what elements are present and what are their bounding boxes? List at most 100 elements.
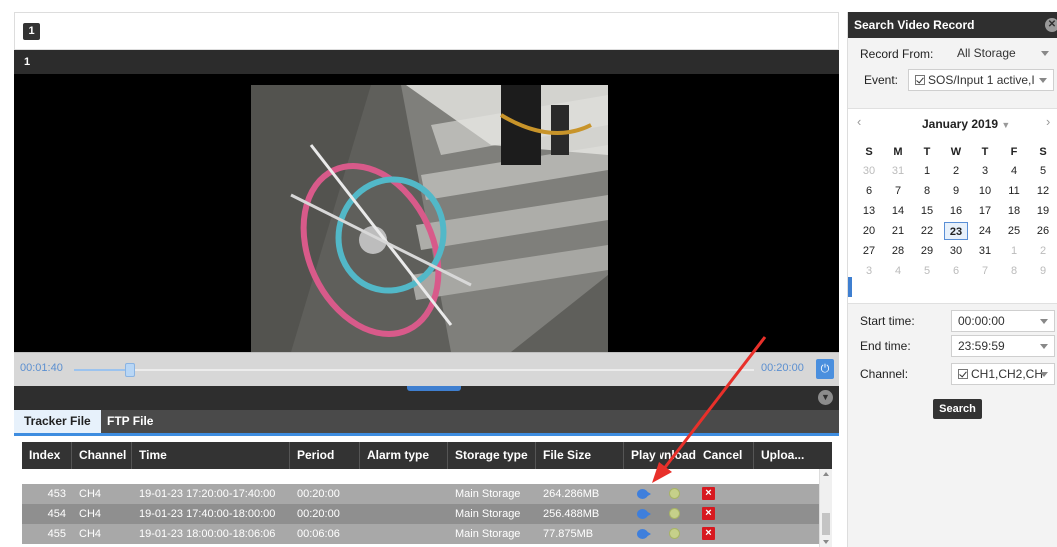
calendar-day[interactable]: 11: [1002, 182, 1026, 200]
calendar-month-title[interactable]: January 2019 ▼: [922, 117, 1010, 131]
calendar-day[interactable]: 30: [944, 242, 968, 260]
calendar-day[interactable]: 3: [973, 162, 997, 180]
calendar-day[interactable]: 21: [886, 222, 910, 240]
calendar-day[interactable]: 23: [944, 222, 968, 240]
table-row[interactable]: 455 CH4 19-01-23 18:00:00-18:06:06 00:06…: [22, 524, 819, 544]
event-select[interactable]: SOS/Input 1 active,I: [908, 69, 1054, 91]
column-header-channel[interactable]: Channel: [72, 442, 132, 469]
calendar-day[interactable]: 7: [973, 262, 997, 280]
window-1-badge[interactable]: 1: [23, 23, 40, 40]
table-row[interactable]: 454 CH4 19-01-23 17:40:00-18:00:00 00:20…: [22, 504, 819, 524]
calendar-day[interactable]: 13: [857, 202, 881, 220]
cell-storage-type: Main Storage: [455, 488, 521, 500]
column-header-upload[interactable]: Uploa...: [754, 442, 819, 469]
column-header-download[interactable]: Download: [660, 442, 696, 469]
calendar-day[interactable]: 3: [857, 262, 881, 280]
playback-timeline[interactable]: 00:01:40 00:20:00 ⏻: [14, 352, 839, 386]
calendar-day[interactable]: 8: [915, 182, 939, 200]
calendar-row-accent: [848, 277, 852, 297]
timeline-scrub-handle[interactable]: [125, 363, 136, 377]
calendar-day[interactable]: 1: [1002, 242, 1026, 260]
download-icon[interactable]: [669, 508, 680, 519]
scroll-thumb[interactable]: [822, 513, 830, 535]
calendar-day[interactable]: 17: [973, 202, 997, 220]
calendar-day[interactable]: 1: [915, 162, 939, 180]
scroll-up-icon[interactable]: [823, 472, 829, 476]
calendar-day[interactable]: 26: [1031, 222, 1055, 240]
calendar-day[interactable]: 31: [886, 162, 910, 180]
calendar-day[interactable]: 2: [1031, 242, 1055, 260]
collapse-handle[interactable]: [407, 386, 461, 391]
calendar-day[interactable]: 15: [915, 202, 939, 220]
end-time-select[interactable]: 23:59:59: [951, 335, 1055, 357]
power-icon[interactable]: ⏻: [816, 359, 834, 379]
end-time-label: End time:: [860, 339, 911, 353]
start-time-select[interactable]: 00:00:00: [951, 310, 1055, 332]
calendar-day[interactable]: 14: [886, 202, 910, 220]
play-icon[interactable]: [637, 509, 651, 519]
cancel-icon[interactable]: ×: [702, 507, 715, 520]
calendar-day[interactable]: 31: [973, 242, 997, 260]
calendar-day[interactable]: 10: [973, 182, 997, 200]
calendar-day[interactable]: 18: [1002, 202, 1026, 220]
calendar-day[interactable]: 28: [886, 242, 910, 260]
cancel-icon[interactable]: ×: [702, 487, 715, 500]
cell-time: 19-01-23 17:20:00-17:40:00: [139, 488, 276, 500]
close-icon[interactable]: ✕: [1045, 18, 1057, 32]
calendar-day[interactable]: 8: [1002, 262, 1026, 280]
record-from-select[interactable]: All Storage: [951, 43, 1055, 65]
calendar-day[interactable]: 25: [1002, 222, 1026, 240]
chevron-right-icon[interactable]: ›: [1046, 114, 1050, 129]
calendar-day[interactable]: 16: [944, 202, 968, 220]
calendar-day[interactable]: 12: [1031, 182, 1055, 200]
calendar-day[interactable]: 9: [944, 182, 968, 200]
column-header-cancel[interactable]: Cancel: [696, 442, 754, 469]
calendar-day[interactable]: 6: [857, 182, 881, 200]
video-player[interactable]: 1: [14, 50, 839, 352]
cell-file-size: 77.875MB: [543, 528, 594, 540]
search-button[interactable]: Search: [933, 399, 982, 419]
column-header-file-size[interactable]: File Size: [536, 442, 624, 469]
download-icon[interactable]: [669, 528, 680, 539]
calendar-day[interactable]: 4: [1002, 162, 1026, 180]
column-header-storage-type[interactable]: Storage type: [448, 442, 536, 469]
channel-select[interactable]: CH1,CH2,CH: [951, 363, 1055, 385]
calendar-day[interactable]: 7: [886, 182, 910, 200]
download-icon[interactable]: [669, 488, 680, 499]
table-row[interactable]: 453 CH4 19-01-23 17:20:00-17:40:00 00:20…: [22, 484, 819, 504]
play-icon[interactable]: [637, 529, 651, 539]
column-header-alarm-type[interactable]: Alarm type: [360, 442, 448, 469]
calendar-day[interactable]: 22: [915, 222, 939, 240]
timeline-track[interactable]: [74, 369, 754, 371]
column-header-index[interactable]: Index: [22, 442, 72, 469]
calendar-day[interactable]: 30: [857, 162, 881, 180]
table-scrollbar[interactable]: [819, 469, 832, 547]
chevron-left-icon[interactable]: ‹: [857, 114, 861, 129]
calendar-day[interactable]: 24: [973, 222, 997, 240]
calendar-day[interactable]: 5: [915, 262, 939, 280]
event-value: SOS/Input 1 active,I: [928, 73, 1035, 87]
calendar-day[interactable]: 4: [886, 262, 910, 280]
file-tabs: Tracker File FTP File: [14, 410, 839, 436]
calendar-day[interactable]: 2: [944, 162, 968, 180]
column-header-play[interactable]: Play: [624, 442, 660, 469]
camera-feed-image: [251, 85, 608, 352]
cell-channel: CH4: [79, 528, 102, 540]
play-icon[interactable]: [637, 489, 651, 499]
chevron-down-icon[interactable]: ▼: [818, 390, 833, 405]
calendar-day[interactable]: 19: [1031, 202, 1055, 220]
calendar-day[interactable]: 9: [1031, 262, 1055, 280]
calendar-day[interactable]: 5: [1031, 162, 1055, 180]
calendar-day[interactable]: 27: [857, 242, 881, 260]
scroll-down-icon[interactable]: [823, 540, 829, 544]
tab-tracker-file[interactable]: Tracker File: [14, 410, 101, 433]
calendar-day[interactable]: 29: [915, 242, 939, 260]
date-calendar: ‹ January 2019 ▼ › S M T W T F S 30 31 1 2 3 4 5 6 7 8 9 1…: [848, 108, 1057, 304]
tab-ftp-file[interactable]: FTP File: [97, 410, 163, 433]
column-header-period[interactable]: Period: [290, 442, 360, 469]
cell-file-size: 256.488MB: [543, 508, 600, 520]
calendar-day[interactable]: 6: [944, 262, 968, 280]
calendar-day[interactable]: 20: [857, 222, 881, 240]
column-header-time[interactable]: Time: [132, 442, 290, 469]
cancel-icon[interactable]: ×: [702, 527, 715, 540]
